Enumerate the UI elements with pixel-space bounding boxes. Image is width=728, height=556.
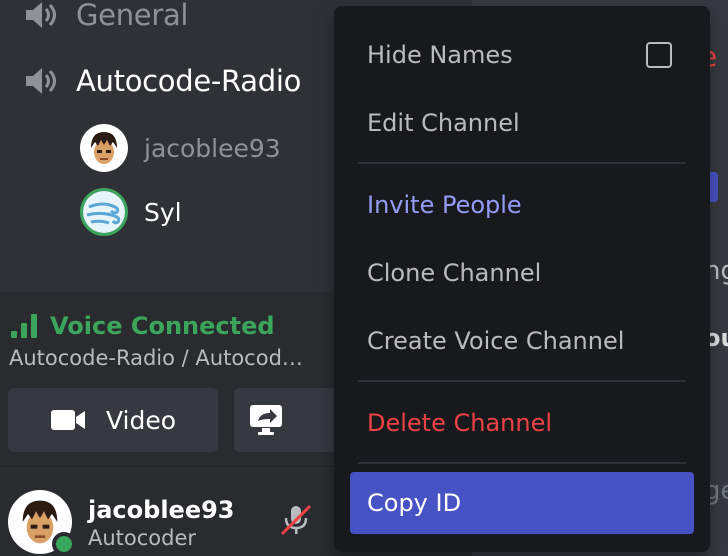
menu-item-hide-names-label: Hide Names <box>367 41 513 69</box>
user-name: jacoblee93 <box>88 496 235 524</box>
speaker-icon <box>26 2 56 28</box>
video-button[interactable]: Video <box>8 388 218 452</box>
mute-microphone-icon[interactable] <box>278 502 314 538</box>
online-status-indicator <box>52 532 76 556</box>
menu-item-copy-id[interactable]: Copy ID <box>350 472 694 534</box>
voice-location-link[interactable]: Autocode-Radio / Autocod… <box>9 346 303 370</box>
speaker-icon <box>26 68 56 94</box>
menu-item-clone-channel[interactable]: Clone Channel <box>350 242 694 304</box>
voice-status-row: Voice Connected <box>10 312 275 340</box>
avatar <box>80 124 128 172</box>
channel-label-autocode-radio: Autocode-Radio <box>76 64 302 98</box>
voice-connected-label[interactable]: Voice Connected <box>50 312 275 340</box>
channel-context-menu: Hide Names Edit Channel Invite People Cl… <box>334 6 710 552</box>
channel-autocode-radio[interactable]: Autocode-Radio <box>24 64 301 98</box>
menu-item-hide-names[interactable]: Hide Names <box>350 24 694 86</box>
menu-item-delete-channel[interactable]: Delete Channel <box>350 392 694 454</box>
menu-separator <box>358 380 686 382</box>
voice-user-name: Syl <box>144 197 182 227</box>
menu-separator <box>358 462 686 464</box>
video-button-label: Video <box>105 405 177 435</box>
menu-item-invite-people[interactable]: Invite People <box>350 174 694 236</box>
signal-icon <box>11 314 37 338</box>
menu-separator <box>358 162 686 164</box>
user-subtitle: Autocoder <box>88 526 197 550</box>
screen-share-icon <box>250 405 282 435</box>
avatar <box>80 188 128 236</box>
channel-general[interactable]: General <box>24 0 188 32</box>
voice-user-jacoblee93[interactable]: jacoblee93 <box>80 124 281 172</box>
hide-names-checkbox[interactable] <box>646 42 672 68</box>
channel-label-general: General <box>76 0 189 32</box>
menu-item-edit-channel[interactable]: Edit Channel <box>350 92 694 154</box>
voice-user-syl[interactable]: Syl <box>80 188 182 236</box>
voice-user-name: jacoblee93 <box>144 133 281 163</box>
menu-item-create-voice-channel[interactable]: Create Voice Channel <box>350 310 694 372</box>
camera-icon <box>50 410 85 430</box>
